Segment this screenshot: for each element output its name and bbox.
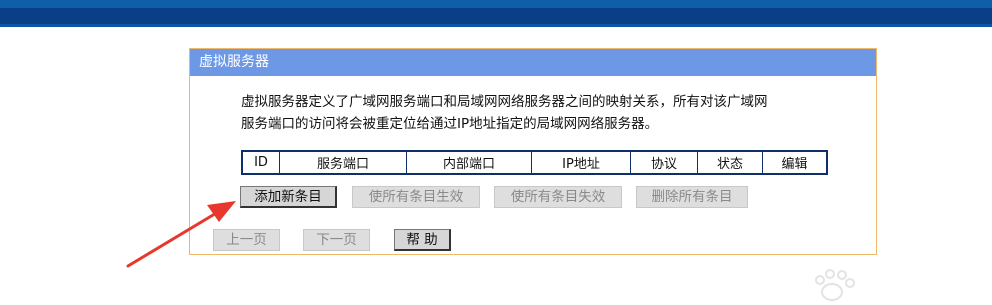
watermark-paw-icon	[815, 269, 855, 301]
annotation-arrow-icon	[126, 201, 236, 268]
